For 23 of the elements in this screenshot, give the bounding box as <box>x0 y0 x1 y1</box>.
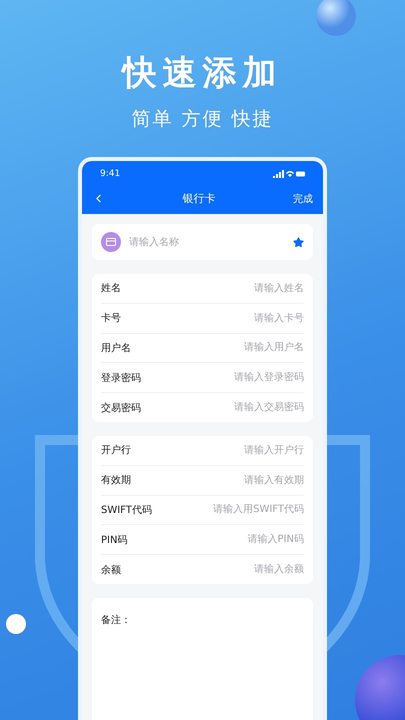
field-label: 登录密码 <box>101 372 141 385</box>
headline: 快速添加 <box>122 52 282 95</box>
field-label: 姓名 <box>101 282 121 296</box>
field-label: 开户行 <box>101 444 131 458</box>
note-field[interactable]: 备注： <box>92 598 313 720</box>
input-field[interactable]: 请输入PIN码 <box>127 534 304 546</box>
name-input[interactable]: 请输入名称 <box>129 236 285 248</box>
field-label: 余额 <box>101 564 121 577</box>
tagline: 简单 方便 快捷 <box>131 107 274 132</box>
field-label: SWIFT代码 <box>101 504 152 517</box>
field-label: 卡号 <box>101 312 121 326</box>
screen-title: 银行卡 <box>182 191 216 206</box>
input-field[interactable]: 请输入用SWIFT代码 <box>152 504 304 516</box>
input-field[interactable]: 请输入姓名 <box>121 282 304 294</box>
input-field[interactable]: 请输入有效期 <box>131 474 304 486</box>
field-label: 交易密码 <box>101 402 141 415</box>
note-label: 备注： <box>101 614 131 626</box>
status-time: 9:41 <box>100 169 120 179</box>
done-button[interactable]: 完成 <box>293 192 313 206</box>
input-field[interactable]: 请输入卡号 <box>121 312 304 324</box>
field-label: 有效期 <box>101 474 131 488</box>
field-label: 用户名 <box>101 342 131 355</box>
field-label: PIN码 <box>101 534 128 547</box>
